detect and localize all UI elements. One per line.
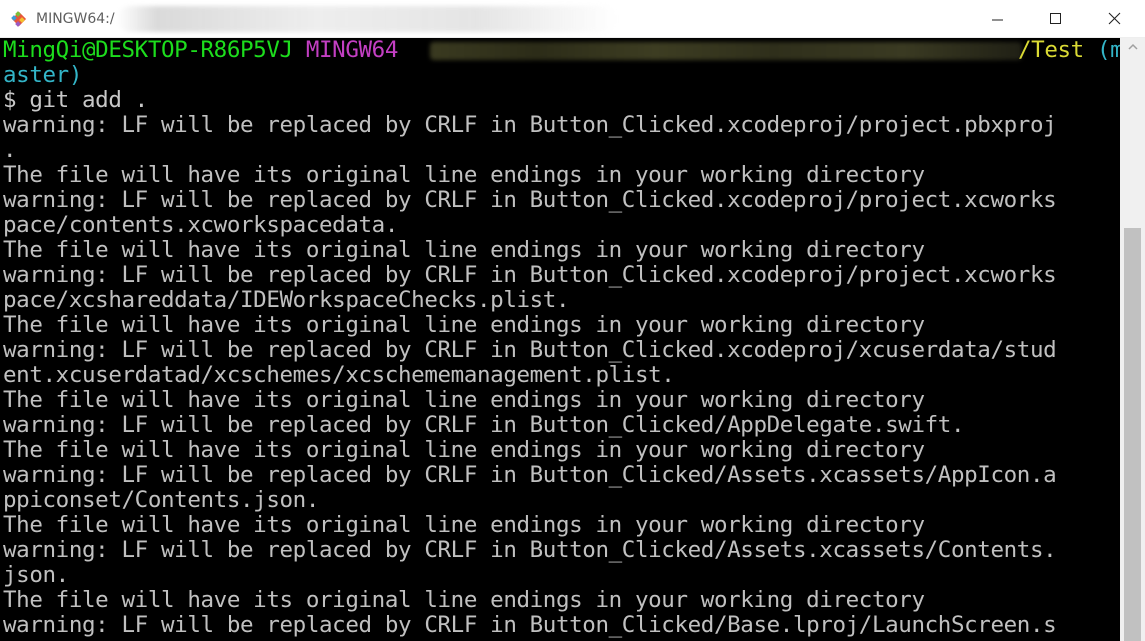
output-line: The file will have its original line end…	[3, 162, 925, 188]
output-line: .	[3, 137, 17, 163]
output-line: ent.xcuserdatad/xcschemes/xcschememanage…	[3, 362, 675, 388]
output-line: warning: LF will be replaced by CRLF in …	[3, 187, 1057, 213]
path-redaction	[430, 42, 1022, 60]
scrollbar-thumb[interactable]	[1124, 228, 1141, 641]
minimize-icon	[992, 19, 1003, 21]
output-line: ppiconset/Contents.json.	[3, 487, 319, 513]
prompt-branch-open: (m	[1097, 38, 1120, 63]
prompt-path-tail: /Test	[1018, 38, 1084, 63]
maximize-icon	[1050, 13, 1061, 24]
output-line: The file will have its original line end…	[3, 587, 925, 613]
git-for-windows-icon	[11, 11, 27, 27]
output-line: warning: LF will be replaced by CRLF in …	[3, 337, 1057, 363]
scroll-up-button[interactable]	[1120, 38, 1145, 55]
output-line: warning: LF will be replaced by CRLF in …	[3, 612, 1057, 638]
window-title: MINGW64:/	[36, 11, 115, 27]
output-line: pace/contents.xcworkspacedata.	[3, 212, 398, 238]
output-line: json.	[3, 562, 69, 588]
output-line: warning: LF will be replaced by CRLF in …	[3, 112, 1057, 138]
chevron-up-icon	[1128, 43, 1138, 50]
prompt-branch-close: aster)	[3, 62, 82, 88]
output-line: warning: LF will be replaced by CRLF in …	[3, 412, 965, 438]
output-line: pace/xcshareddata/IDEWorkspaceChecks.pli…	[3, 287, 570, 313]
output-line: warning: LF will be replaced by CRLF in …	[3, 262, 1057, 288]
output-line: The file will have its original line end…	[3, 237, 925, 263]
prompt-env: MINGW64	[305, 38, 399, 63]
output-line: The file will have its original line end…	[3, 512, 925, 538]
output-line: The file will have its original line end…	[3, 312, 925, 338]
title-redaction	[117, 6, 617, 32]
vertical-scrollbar[interactable]	[1120, 38, 1145, 641]
title-bar[interactable]: MINGW64:/	[0, 0, 1145, 38]
prompt-line: MingQi@DESKTOP-R86P5VJ MINGW64	[3, 38, 398, 63]
output-line: The file will have its original line end…	[3, 387, 925, 413]
output-line: warning: LF will be replaced by CRLF in …	[3, 537, 1057, 563]
close-icon	[1108, 12, 1121, 25]
command-line: $ git add .	[3, 87, 148, 113]
output-line: The file will have its original line end…	[3, 437, 925, 463]
prompt-path-tail-line: /Test (m	[1018, 38, 1120, 63]
terminal-window: MINGW64:/ MingQi@DESKTOP-R86P5VJ MINGW64…	[0, 0, 1145, 641]
terminal-output[interactable]: MingQi@DESKTOP-R86P5VJ MINGW64 /Test (m …	[0, 38, 1120, 641]
minimize-button[interactable]	[969, 0, 1027, 37]
output-line: warning: LF will be replaced by CRLF in …	[3, 462, 1057, 488]
prompt-user-host: MingQi@DESKTOP-R86P5VJ	[3, 38, 293, 63]
maximize-button[interactable]	[1027, 0, 1085, 37]
close-button[interactable]	[1086, 0, 1144, 37]
